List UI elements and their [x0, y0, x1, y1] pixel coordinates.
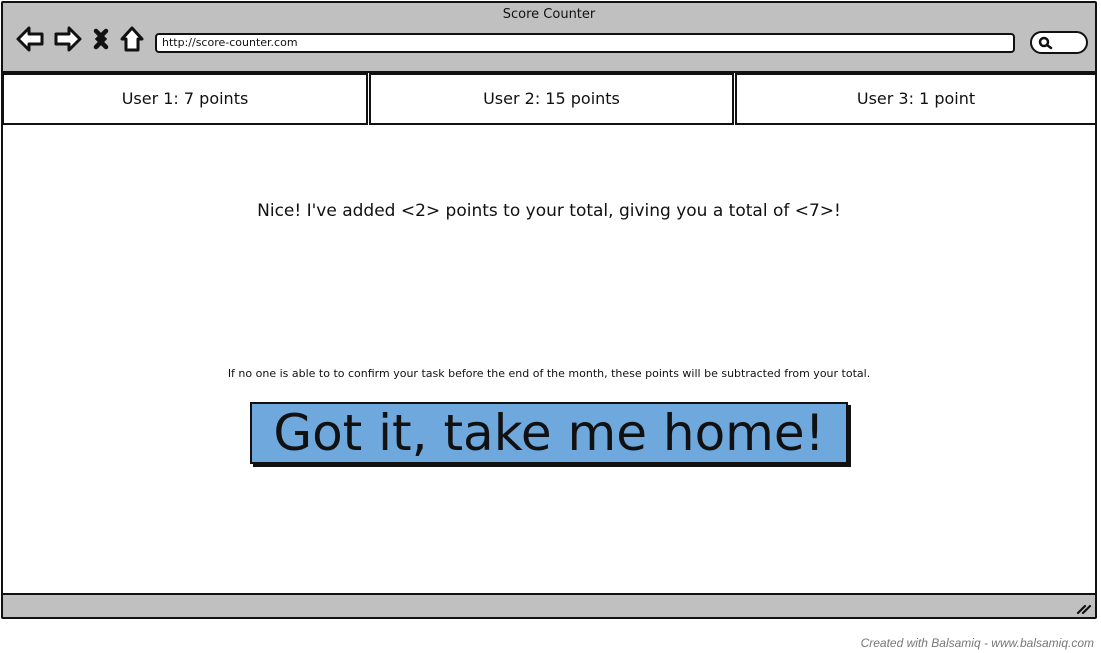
balsamiq-credit: Created with Balsamiq - www.balsamiq.com [860, 636, 1094, 650]
browser-window: Score Counter http://score-counter.com U… [1, 1, 1097, 619]
tab-user-2[interactable]: User 2: 15 points [369, 73, 734, 125]
search-icon [1038, 36, 1053, 50]
user-tabs: User 1: 7 points User 2: 15 points User … [2, 73, 1097, 125]
status-bar [3, 593, 1095, 617]
home-icon[interactable] [119, 24, 149, 54]
forward-arrow-icon[interactable] [53, 24, 83, 54]
title-bar: Score Counter http://score-counter.com [3, 3, 1095, 73]
back-arrow-icon[interactable] [15, 24, 45, 54]
confirmation-note: If no one is able to to confirm your tas… [227, 367, 871, 380]
take-me-home-button[interactable]: Got it, take me home! [250, 402, 848, 464]
tab-user-1[interactable]: User 1: 7 points [2, 73, 368, 125]
points-added-message: Nice! I've added <2> points to your tota… [257, 201, 841, 221]
resize-grip-icon[interactable] [1075, 599, 1091, 615]
search-field[interactable] [1030, 31, 1088, 54]
url-input[interactable]: http://score-counter.com [155, 33, 1015, 53]
tab-user-3[interactable]: User 3: 1 point [735, 73, 1097, 125]
window-title: Score Counter [502, 7, 596, 22]
close-icon[interactable] [91, 24, 121, 54]
